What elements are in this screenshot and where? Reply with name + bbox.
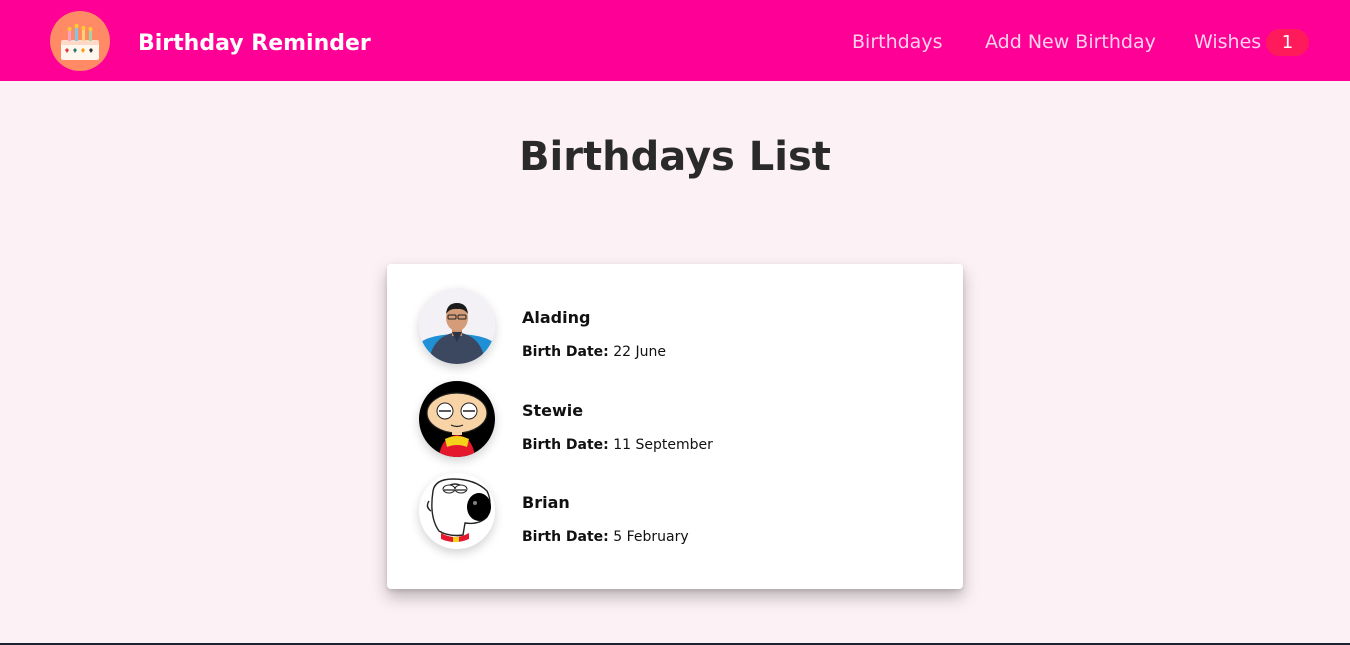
person-name: Alading — [522, 308, 591, 327]
birth-date-label: Birth Date: — [522, 344, 609, 360]
brand-name[interactable]: Birthday Reminder — [138, 29, 371, 59]
nav-add-new-birthday[interactable]: Add New Birthday — [985, 29, 1156, 55]
person-name: Brian — [522, 493, 570, 512]
birthdays-card: Alading Birth Date: 22 June Stewie Birth… — [387, 264, 963, 589]
stewie-cartoon-avatar — [419, 381, 495, 457]
birthday-item-brian[interactable]: Brian Birth Date: 5 February — [419, 473, 939, 553]
birth-date: Birth Date: 5 February — [522, 527, 689, 547]
nav-birthdays[interactable]: Birthdays — [852, 29, 942, 55]
birth-date-label: Birth Date: — [522, 437, 609, 453]
birthday-cake-icon[interactable] — [50, 11, 110, 71]
birth-date-value: 5 February — [613, 529, 689, 545]
birthday-item-alading[interactable]: Alading Birth Date: 22 June — [419, 288, 939, 368]
birth-date: Birth Date: 22 June — [522, 342, 666, 362]
birth-date-value: 11 September — [613, 437, 713, 453]
brian-dog-cartoon-avatar — [419, 473, 495, 549]
birth-date-value: 22 June — [613, 344, 666, 360]
navbar: Birthday Reminder Birthdays Add New Birt… — [0, 0, 1350, 81]
birth-date-label: Birth Date: — [522, 529, 609, 545]
wishes-count-badge[interactable]: 1 — [1266, 29, 1309, 56]
birthday-item-stewie[interactable]: Stewie Birth Date: 11 September — [419, 381, 939, 461]
person-name: Stewie — [522, 401, 584, 420]
birth-date: Birth Date: 11 September — [522, 435, 713, 455]
man-photo-avatar — [419, 288, 495, 364]
nav-wishes[interactable]: Wishes — [1194, 29, 1261, 55]
page-title: Birthdays List — [519, 134, 831, 180]
